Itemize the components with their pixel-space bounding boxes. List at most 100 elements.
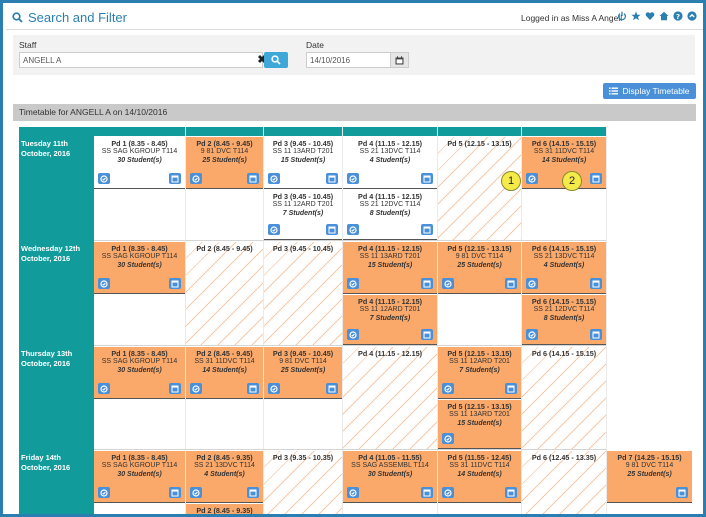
period-time: Pd 1 (8.35 - 8.45): [111, 244, 168, 253]
details-button[interactable]: [676, 487, 688, 498]
student-count: 25 Student(s): [627, 471, 672, 479]
period-time: Pd 5 (12.15 - 13.15): [447, 402, 512, 411]
register-button[interactable]: [526, 329, 538, 340]
class-code: SS 11 13ARD T201: [449, 411, 510, 419]
search-icon: [12, 12, 23, 23]
period-time: Pd 3 (9.45 - 10.45): [272, 244, 334, 253]
details-button[interactable]: [590, 329, 602, 340]
details-button[interactable]: [590, 173, 602, 184]
student-count: 7 Student(s): [282, 210, 324, 218]
register-button[interactable]: [442, 278, 454, 289]
period-time: Pd 2 (8.45 - 9.45): [196, 349, 253, 358]
list-icon: [609, 87, 619, 95]
details-button[interactable]: [169, 383, 181, 394]
register-button[interactable]: [98, 278, 110, 289]
student-count: 4 Student(s): [204, 471, 245, 479]
period-time: Pd 2 (8.45 - 9.35): [196, 506, 253, 515]
date-field[interactable]: 14/10/2016: [306, 52, 391, 68]
details-button[interactable]: [421, 278, 433, 289]
register-button[interactable]: [98, 487, 110, 498]
period-time: Pd 2 (8.45 - 9.35): [196, 453, 253, 462]
register-button[interactable]: [98, 173, 110, 184]
details-button[interactable]: [326, 224, 338, 235]
register-button[interactable]: [347, 278, 359, 289]
display-timetable-button[interactable]: Display Timetable: [603, 83, 696, 99]
period-time: Pd 2 (8.45 - 9.45): [196, 139, 253, 148]
details-button[interactable]: [421, 173, 433, 184]
lesson-cell: Pd 5 (12.15 - 13.15) 9 81 DVC T114 25 St…: [438, 242, 521, 294]
star-icon[interactable]: [631, 11, 641, 21]
details-button[interactable]: [247, 487, 259, 498]
student-count: 8 Student(s): [543, 315, 585, 323]
class-code: SS 21 13DVC T114: [533, 253, 595, 261]
row-divider: [94, 449, 606, 450]
class-code: SS SAG KGROUP T114: [101, 358, 178, 366]
details-button[interactable]: [421, 224, 433, 235]
class-code: SS SAG KGROUP T114: [101, 148, 178, 156]
register-button[interactable]: [268, 173, 280, 184]
day-label-thursday: Thursday 13th October, 2016: [19, 346, 94, 450]
class-code: SS 31 11DVC T114: [449, 462, 510, 470]
period-time: Pd 4 (11.15 - 12.15): [358, 139, 422, 148]
register-button[interactable]: [526, 278, 538, 289]
top-bar: Search and Filter Logged in as Miss A An…: [6, 6, 703, 30]
chevron-up-icon[interactable]: [687, 11, 697, 21]
student-count: 14 Student(s): [541, 157, 587, 165]
register-button[interactable]: [190, 487, 202, 498]
details-button[interactable]: [421, 487, 433, 498]
period-time: Pd 6 (14.15 - 15.15): [531, 139, 597, 148]
lesson-cell: Pd 2 (8.45 - 9.35): [186, 504, 263, 515]
register-button[interactable]: [347, 224, 359, 235]
details-button[interactable]: [505, 487, 517, 498]
register-button[interactable]: [98, 383, 110, 394]
period-time: Pd 4 (11.15 - 12.15): [358, 349, 422, 358]
search-staff-button[interactable]: [264, 52, 288, 68]
power-icon[interactable]: [617, 11, 627, 21]
filter-panel: Staff ANGELL A ✖ Date 14/10/2016: [13, 35, 695, 75]
row-divider: [94, 345, 606, 346]
staff-field[interactable]: ANGELL A: [19, 52, 263, 68]
lesson-cell: Pd 5 (12.15 - 13.15) SS 11 13ARD T201 15…: [438, 400, 521, 449]
register-button[interactable]: [347, 173, 359, 184]
details-button[interactable]: [247, 383, 259, 394]
day-label-friday: Friday 14th October, 2016: [19, 450, 94, 514]
details-button[interactable]: [169, 278, 181, 289]
free-period-cell: Pd 3 (9.45 - 10.45): [264, 242, 342, 345]
period-time: Pd 3 (9.45 - 10.45): [272, 192, 334, 201]
register-button[interactable]: [442, 383, 454, 394]
lesson-cell: Pd 2 (8.45 - 9.45) SS 31 11DVC T114 14 S…: [186, 347, 263, 399]
register-button[interactable]: [442, 433, 454, 444]
register-button[interactable]: [190, 173, 202, 184]
class-code: SS 11 12ARD T201: [272, 201, 334, 209]
calendar-button[interactable]: [390, 52, 409, 68]
details-button[interactable]: [326, 383, 338, 394]
details-button[interactable]: [326, 173, 338, 184]
details-button[interactable]: [421, 329, 433, 340]
logged-in-label: Logged in as Miss A Angell: [521, 13, 623, 23]
help-icon[interactable]: ?: [673, 11, 683, 21]
details-button[interactable]: [247, 173, 259, 184]
free-period-cell: Pd 6 (14.15 - 15.15): [522, 347, 606, 449]
class-code: SS 11 13ARD T201: [359, 253, 421, 261]
register-button[interactable]: [526, 173, 538, 184]
home-icon[interactable]: [659, 11, 669, 21]
heart-icon[interactable]: [645, 11, 655, 21]
student-count: 8 Student(s): [369, 210, 411, 218]
student-count: 15 Student(s): [457, 420, 502, 428]
details-button[interactable]: [505, 278, 517, 289]
student-count: 30 Student(s): [117, 262, 162, 270]
register-button[interactable]: [190, 383, 202, 394]
details-button[interactable]: [169, 173, 181, 184]
display-timetable-label: Display Timetable: [622, 86, 690, 96]
register-button[interactable]: [268, 383, 280, 394]
lesson-cell: Pd 5 (11.55 - 12.45) SS 31 11DVC T114 14…: [438, 451, 521, 503]
details-button[interactable]: [590, 278, 602, 289]
register-button[interactable]: [347, 329, 359, 340]
details-button[interactable]: [505, 383, 517, 394]
register-button[interactable]: [442, 487, 454, 498]
register-button[interactable]: [347, 487, 359, 498]
details-button[interactable]: [169, 487, 181, 498]
register-button[interactable]: [268, 224, 280, 235]
class-code: SS 11 12ARD T201: [359, 306, 421, 314]
period-time: Pd 4 (11.15 - 12.15): [358, 244, 422, 253]
